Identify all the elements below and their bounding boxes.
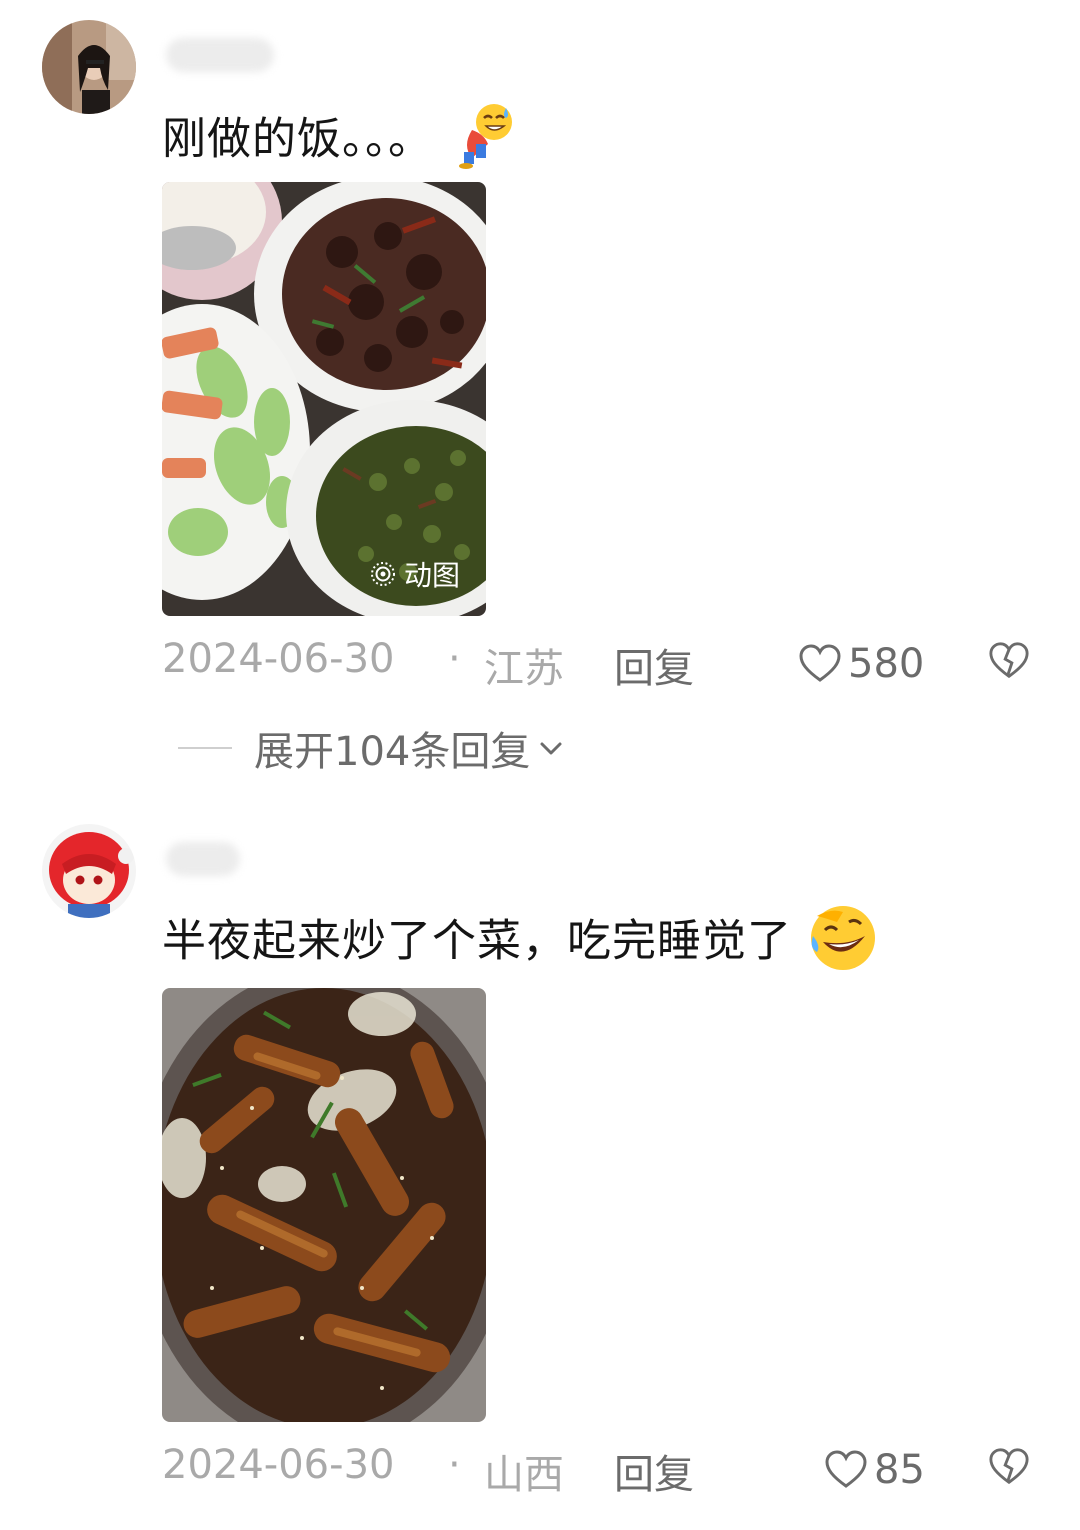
live-photo-icon: [370, 561, 396, 587]
live-photo-label: 动图: [403, 559, 460, 592]
comment-location: 江苏: [484, 646, 564, 692]
comment-date: 2024-06-30: [162, 1442, 395, 1488]
comment-text: 半夜起来炒了个菜，吃完睡觉了: [162, 902, 879, 985]
comment-item: 半夜起来炒了个菜，吃完睡觉了 2024-06-30 · 山西 回复 85: [0, 800, 1080, 1530]
reply-button[interactable]: 回复: [614, 636, 694, 694]
comment-item: 刚做的饭。。。 动图 2024-06-30 · 江苏 回复 580 展开104条…: [0, 0, 1080, 800]
heart-outline-icon: [824, 1450, 868, 1490]
food-photo[interactable]: 动图: [162, 182, 486, 616]
like-count: 580: [848, 641, 925, 687]
like-count: 85: [874, 1447, 925, 1493]
comment-meta: 2024-06-30 · 江苏 回复 580: [162, 636, 1042, 696]
heart-outline-icon: [798, 644, 842, 684]
chevron-down-icon: [536, 733, 566, 763]
like-button[interactable]: 85: [824, 1442, 925, 1498]
comment-location: 山西: [484, 1452, 564, 1498]
comment-text: 刚做的饭。。。: [162, 100, 520, 183]
like-button[interactable]: 580: [798, 636, 924, 692]
avatar[interactable]: [42, 824, 136, 918]
divider: [178, 747, 232, 749]
avatar[interactable]: [42, 20, 136, 114]
expand-replies-button[interactable]: 展开104条回复: [178, 718, 566, 778]
username-blurred: [166, 842, 240, 876]
meta-separator: ·: [448, 1442, 461, 1488]
comment-date: 2024-06-30: [162, 636, 395, 682]
broken-heart-icon[interactable]: [988, 640, 1030, 682]
live-photo-badge: 动图: [370, 554, 460, 594]
username-blurred: [166, 38, 274, 72]
food-photo[interactable]: [162, 988, 486, 1422]
sweat-smile-bowing-emoji: [448, 100, 520, 183]
comment-meta: 2024-06-30 · 山西 回复 85: [162, 1442, 1042, 1502]
expand-replies-label: 展开104条回复: [254, 729, 531, 775]
reply-button[interactable]: 回复: [614, 1442, 694, 1500]
meta-separator: ·: [448, 636, 461, 682]
rolling-laughing-emoji: [807, 902, 879, 985]
broken-heart-icon[interactable]: [988, 1446, 1030, 1488]
